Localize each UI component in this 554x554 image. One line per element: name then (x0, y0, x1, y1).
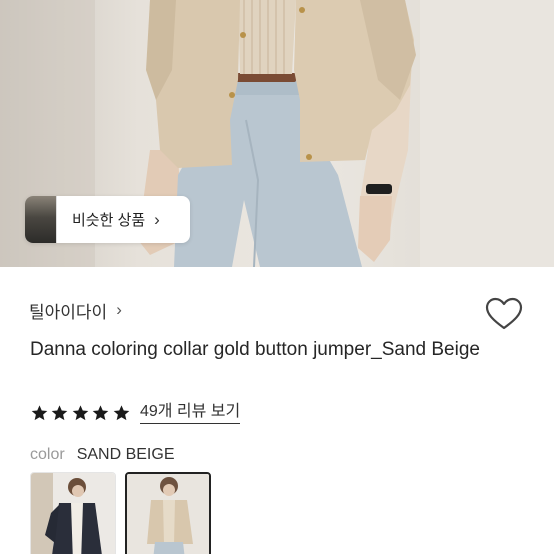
star-icon (31, 405, 48, 421)
color-swatch-sand-beige[interactable] (125, 472, 211, 554)
similar-products-thumbnail (25, 196, 57, 243)
heart-outline-icon[interactable] (485, 297, 523, 331)
reviews-link[interactable]: 49개 리뷰 보기 (139, 402, 241, 424)
star-icon (52, 405, 68, 421)
product-photo[interactable]: 비슷한 상품 › (0, 0, 554, 267)
brand-link[interactable]: 틸아이다이 › (29, 298, 122, 322)
chevron-right-icon: › (154, 209, 160, 229)
color-label: color (30, 446, 65, 463)
similar-products-button[interactable]: 비슷한 상품 › (25, 196, 190, 243)
color-swatch-navy[interactable] (30, 472, 116, 554)
similar-products-label: 비슷한 상품 (72, 212, 146, 229)
swatch-sand-beige-image (127, 474, 209, 554)
product-title: Danna coloring collar gold button jumper… (30, 339, 480, 360)
swatch-navy-image (31, 473, 115, 554)
star-icon (92, 405, 109, 421)
star-icon (113, 405, 129, 421)
star-icon (72, 405, 89, 421)
brand-name: 틸아이다이 (29, 302, 108, 322)
chevron-right-icon: › (116, 300, 122, 319)
color-selection-label: color SAND BEIGE (30, 444, 175, 466)
star-rating (30, 404, 132, 422)
color-swatches (30, 472, 220, 554)
rating-row: 49개 리뷰 보기 (30, 401, 241, 425)
color-value: SAND BEIGE (76, 446, 175, 463)
